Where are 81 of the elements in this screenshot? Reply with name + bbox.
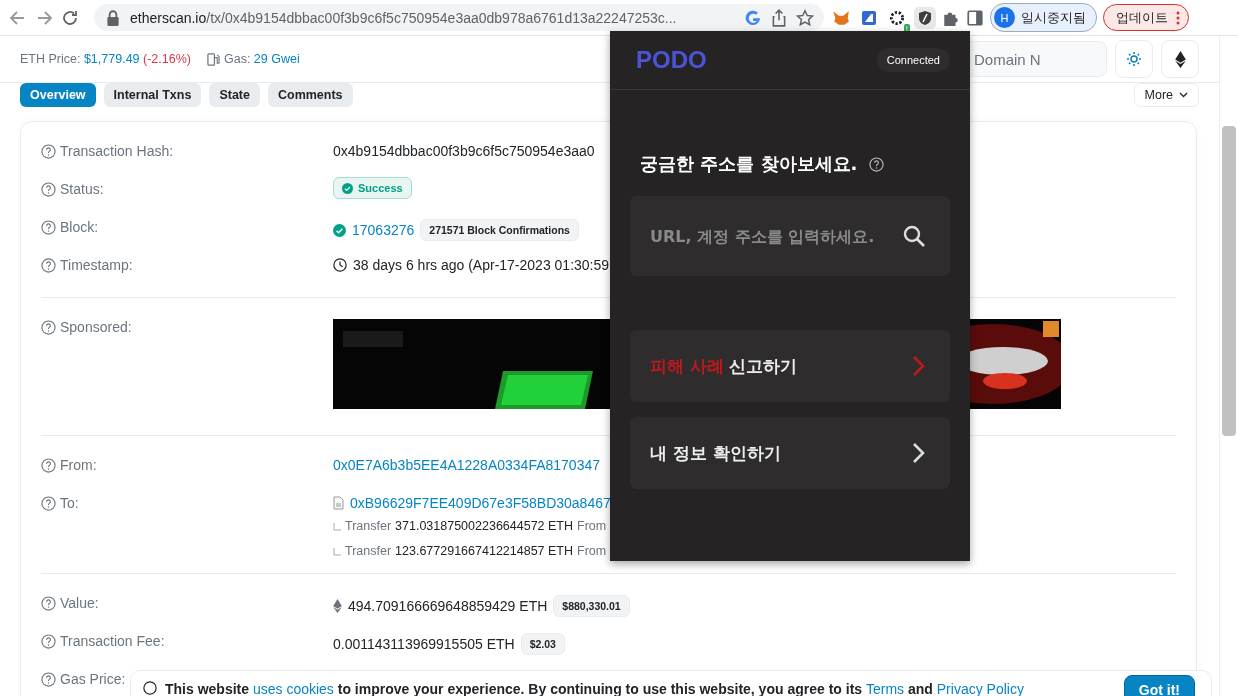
scrollbar[interactable]: [1219, 36, 1238, 696]
terms-link[interactable]: Terms: [866, 681, 905, 696]
address-link[interactable]: 0xB96629F7EE409D67e3F58BD30a8467: [350, 495, 611, 511]
branch-icon: [333, 547, 341, 556]
lock-icon: [104, 8, 122, 27]
privacy-link[interactable]: Privacy Policy: [936, 681, 1024, 696]
check-circle-icon: [333, 223, 346, 237]
transfer-amount: 371.031875002236644572 ETH: [395, 518, 573, 535]
help-icon: [41, 633, 56, 649]
usd-value: $880,330.01: [553, 595, 630, 617]
google-icon[interactable]: [744, 8, 762, 27]
field-label: Gas Price:: [60, 671, 126, 687]
chevron-down-icon: [1179, 92, 1188, 98]
status-badge: Success: [333, 177, 412, 199]
value-text: 0x4b9154dbbac00f3b9c6f5c750954e3aa0: [333, 143, 595, 159]
help-icon: [869, 156, 885, 172]
help-icon: [41, 671, 56, 687]
more-button[interactable]: More: [1133, 83, 1199, 107]
help-icon: [41, 595, 56, 611]
field-label: Value:: [60, 595, 99, 611]
tab[interactable]: State: [209, 83, 260, 107]
cookies-link[interactable]: uses cookies: [252, 681, 334, 696]
connection-status: Connected: [876, 48, 950, 72]
url-text: etherscan.io/tx/0x4b9154dbbac00f3b9c6f5c750954e3aa0db978a6761d13a22247253c...: [130, 9, 678, 26]
branch-icon: [333, 522, 341, 531]
timestamp-text: 38 days 6 hrs ago (Apr-17-2023 01:30:59: [353, 257, 610, 273]
help-icon: [41, 143, 56, 159]
profile-button[interactable]: H 일시중지됨: [990, 3, 1097, 32]
confirmations-badge: 271571 Block Confirmations: [420, 219, 579, 241]
help-icon: [41, 219, 56, 235]
tab[interactable]: Internal Txns: [103, 83, 202, 107]
star-icon[interactable]: [796, 8, 814, 27]
menu-item[interactable]: 피해 사례 신고하기: [630, 330, 950, 402]
theme-button[interactable]: [1115, 40, 1153, 78]
shield-icon[interactable]: [914, 6, 936, 29]
tab[interactable]: Comments: [267, 83, 353, 107]
update-button[interactable]: 업데이트: [1103, 4, 1189, 31]
block-link[interactable]: 17063276: [352, 222, 415, 238]
transfer-label: From: [577, 518, 607, 535]
help-icon: [41, 257, 56, 273]
field-label: Timestamp:: [60, 257, 133, 273]
cookie-notice: This website uses cookies to improve your experience. By continuing to use this website, you agree to its Terms and Privacy Policy: [165, 681, 1025, 696]
help-icon: [41, 457, 56, 473]
field-label: To:: [60, 495, 79, 511]
accept-button[interactable]: Got it!: [1123, 675, 1195, 696]
popup-heading: 궁금한 주소를 찾아보세요.: [640, 152, 858, 176]
clock-icon: [333, 258, 347, 272]
document-icon: [333, 496, 344, 510]
help-icon: [41, 319, 56, 335]
transfer-label: Transfer: [345, 518, 392, 535]
field-label: Status:: [60, 181, 104, 197]
transfer-amount: 123.677291667412214857 ETH: [395, 543, 573, 560]
gas-price: Gas: 29 Gwei: [223, 52, 300, 66]
menu-icon: [1176, 10, 1180, 25]
value-text: 0.001143113969915505 ETH: [333, 636, 515, 652]
address-link[interactable]: 0x0E7A6b3b5EE4A1228A0334FA8170347: [333, 457, 600, 473]
usd-value: $2.03: [520, 633, 565, 655]
transfer-label: From: [577, 543, 607, 560]
side-panel-icon[interactable]: [966, 8, 984, 27]
help-icon: [41, 181, 56, 197]
search-icon[interactable]: [902, 224, 926, 248]
logo: PODO: [636, 46, 707, 74]
address-bar[interactable]: etherscan.io/tx/0x4b9154dbbac00f3b9c6f5c750954e3aa0db978a6761d13a22247253c...: [94, 4, 824, 31]
share-icon[interactable]: [770, 8, 788, 27]
field-label: Block:: [60, 219, 99, 235]
field-label: Transaction Hash:: [60, 143, 174, 159]
eth-price: ETH Price: $1,779.49 (-2.16%): [20, 52, 191, 66]
tab[interactable]: Overview: [20, 83, 96, 107]
search-field[interactable]: URL, 계정 주소를 입력하세요.: [630, 196, 950, 276]
fuel-pump-icon: [206, 52, 220, 66]
menu-item[interactable]: 내 정보 확인하기: [630, 417, 950, 489]
value-text: 494.709166669648859429 ETH: [348, 598, 548, 614]
field-label: From:: [60, 457, 97, 473]
field-label: Transaction Fee:: [60, 633, 165, 649]
transfer-label: Transfer: [345, 543, 392, 560]
ethereum-icon: [333, 599, 342, 613]
help-icon: [41, 495, 56, 511]
sun-icon: [1126, 51, 1142, 67]
field-label: Sponsored:: [60, 319, 132, 335]
network-button[interactable]: [1161, 40, 1199, 78]
ethereum-icon: [1174, 50, 1186, 68]
